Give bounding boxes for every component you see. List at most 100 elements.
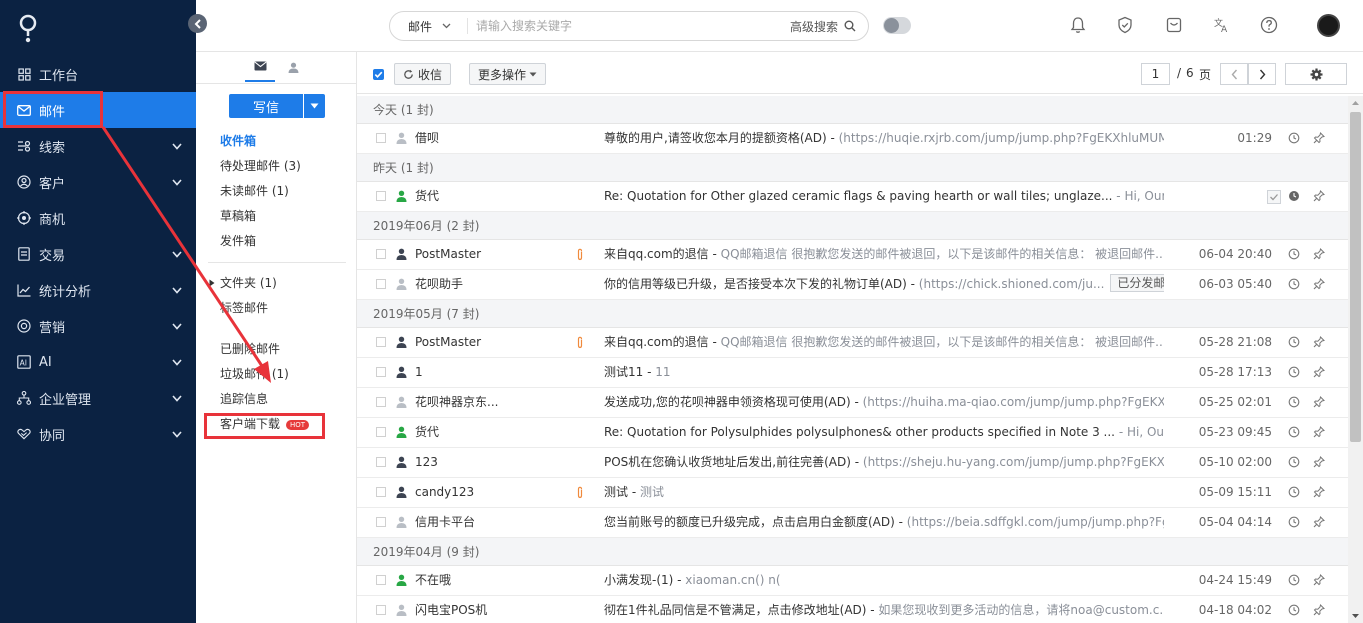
sidebar-item-4[interactable]: 商机 <box>0 200 196 236</box>
pin-icon[interactable] <box>1313 486 1325 498</box>
row-checkbox[interactable] <box>376 487 386 497</box>
chevron-down-icon[interactable] <box>172 319 182 330</box>
clock-icon[interactable] <box>1288 604 1300 616</box>
folder-inbox[interactable]: 收件箱 <box>220 132 256 150</box>
chevron-down-icon[interactable] <box>172 427 182 438</box>
mark-done-button[interactable] <box>1267 190 1281 204</box>
caret-right-icon[interactable] <box>209 279 215 287</box>
receive-button[interactable]: 收信 <box>394 63 452 85</box>
clock-icon[interactable] <box>1288 516 1300 528</box>
mail-list-scrollbar[interactable] <box>1348 96 1363 623</box>
scroll-down-icon[interactable] <box>1348 611 1363 621</box>
chevron-down-icon[interactable] <box>172 139 182 150</box>
more-actions-button[interactable]: 更多操作 <box>469 63 547 85</box>
sidebar-item-1[interactable]: 邮件 <box>0 92 196 128</box>
pin-icon[interactable] <box>1313 132 1325 144</box>
clock-icon[interactable] <box>1288 132 1300 144</box>
clock-icon[interactable] <box>1288 336 1300 348</box>
mail-row[interactable]: 借呗 尊敬的用户,请签收您本月的提额资格(AD) - (https://huqie… <box>357 124 1348 154</box>
chevron-down-icon[interactable] <box>172 175 182 186</box>
clock-icon[interactable] <box>1288 278 1300 290</box>
mail-row[interactable]: 花呗神器京东... 发送成功,您的花呗神器申领资格现可使用(AD) - (http… <box>357 388 1348 418</box>
inbox-icon[interactable] <box>1164 15 1184 35</box>
folder-outbox[interactable]: 发件箱 <box>220 232 256 250</box>
mail-row[interactable]: 货代 Re: Quotation for Polysulphides polysu… <box>357 418 1348 448</box>
clock-icon[interactable] <box>1288 366 1300 378</box>
next-page-button[interactable] <box>1248 63 1276 85</box>
pin-icon[interactable] <box>1313 336 1325 348</box>
scroll-up-icon[interactable] <box>1348 98 1363 108</box>
search-input[interactable] <box>468 14 790 38</box>
chevron-down-icon[interactable] <box>172 391 182 402</box>
pin-icon[interactable] <box>1313 516 1325 528</box>
translate-icon[interactable]: 文A <box>1211 15 1231 35</box>
pin-icon[interactable] <box>1313 456 1325 468</box>
mail-row[interactable]: 不在哦 小满发现-(1) - xiaoman.cn() n(04-24 15:49 <box>357 566 1348 596</box>
tab-mail[interactable] <box>245 52 275 82</box>
folder-tagged[interactable]: 标签邮件 <box>220 299 268 317</box>
shield-icon[interactable] <box>1115 15 1135 35</box>
compose-button[interactable]: 写信 <box>229 94 303 118</box>
folder-custom-group[interactable]: 文件夹 (1) <box>220 274 277 292</box>
mail-row[interactable]: 信用卡平台 您当前账号的额度已升级完成，点击启用白金额度(AD) - (https… <box>357 508 1348 538</box>
mail-row[interactable]: candy123 测试 - 测试 05-09 15:11 <box>357 478 1348 508</box>
mail-row[interactable]: 花呗助手 你的信用等级已升级，是否接受本次下发的礼物订单(AD) - (https… <box>357 270 1348 300</box>
sidebar-item-6[interactable]: 统计分析 <box>0 272 196 308</box>
row-checkbox[interactable] <box>376 279 386 289</box>
mail-row[interactable]: 闪电宝POS机 彻在1件礼品同信是不管满足，点击修改地址(AD) - 如果您现收到… <box>357 596 1348 623</box>
pin-icon[interactable] <box>1313 366 1325 378</box>
row-checkbox[interactable] <box>376 457 386 467</box>
tab-contacts[interactable] <box>278 52 308 82</box>
sidebar-item-9[interactable]: 企业管理 <box>0 380 196 416</box>
user-avatar[interactable] <box>1317 14 1340 37</box>
sidebar-item-10[interactable]: 协同 <box>0 416 196 452</box>
advanced-search-link[interactable]: 高级搜索 <box>790 18 838 35</box>
help-icon[interactable] <box>1259 15 1279 35</box>
mail-row[interactable]: PostMaster 来自qq.com的退信 - QQ邮箱退信 很抱歉您发送的邮件… <box>357 240 1348 270</box>
pin-icon[interactable] <box>1313 574 1325 586</box>
row-checkbox[interactable] <box>376 517 386 527</box>
sidebar-item-7[interactable]: 营销 <box>0 308 196 344</box>
pin-icon[interactable] <box>1313 248 1325 260</box>
folder-pending[interactable]: 待处理邮件 (3) <box>220 157 301 175</box>
row-checkbox[interactable] <box>376 427 386 437</box>
mail-row[interactable]: PostMaster 来自qq.com的退信 - QQ邮箱退信 很抱歉您发送的邮件… <box>357 328 1348 358</box>
row-checkbox[interactable] <box>376 133 386 143</box>
clock-icon[interactable] <box>1288 456 1300 468</box>
mail-row[interactable]: 货代 Re: Quotation for Other glazed ceramic… <box>357 182 1348 212</box>
mail-row[interactable]: 1 测试11 - 11 05-28 17:13 <box>357 358 1348 388</box>
clock-icon[interactable] <box>1288 248 1300 260</box>
collapse-sidebar-button[interactable] <box>188 14 207 33</box>
folder-drafts[interactable]: 草稿箱 <box>220 207 256 225</box>
row-checkbox[interactable] <box>376 337 386 347</box>
pin-icon[interactable] <box>1313 190 1325 202</box>
clock-icon[interactable] <box>1288 574 1300 586</box>
folder-unread[interactable]: 未读邮件 (1) <box>220 182 289 200</box>
clock-icon[interactable] <box>1288 426 1300 438</box>
scrollbar-thumb[interactable] <box>1350 112 1361 442</box>
folder-tracking[interactable]: 追踪信息 <box>220 390 268 408</box>
search-icon[interactable] <box>844 20 856 32</box>
sidebar-item-3[interactable]: 客户 <box>0 164 196 200</box>
sidebar-item-5[interactable]: 交易 <box>0 236 196 272</box>
row-checkbox[interactable] <box>376 191 386 201</box>
select-all-checkbox[interactable] <box>373 69 384 80</box>
pin-icon[interactable] <box>1313 426 1325 438</box>
pin-icon[interactable] <box>1313 396 1325 408</box>
sidebar-item-8[interactable]: AI AI <box>0 344 196 380</box>
compose-dropdown-button[interactable] <box>304 94 325 118</box>
row-checkbox[interactable] <box>376 397 386 407</box>
clock-icon[interactable] <box>1288 486 1300 498</box>
row-checkbox[interactable] <box>376 575 386 585</box>
prev-page-button[interactable] <box>1220 63 1248 85</box>
chevron-down-icon[interactable] <box>172 283 182 294</box>
mode-toggle[interactable] <box>883 17 911 34</box>
client-download-link[interactable]: 客户端下载 HOT <box>220 415 310 433</box>
row-checkbox[interactable] <box>376 605 386 615</box>
page-number-input[interactable]: 1 <box>1141 63 1170 85</box>
pin-icon[interactable] <box>1313 278 1325 290</box>
clock-icon[interactable] <box>1288 190 1300 202</box>
chevron-down-icon[interactable] <box>172 247 182 258</box>
clock-icon[interactable] <box>1288 396 1300 408</box>
sidebar-item-0[interactable]: 工作台 <box>0 56 196 92</box>
